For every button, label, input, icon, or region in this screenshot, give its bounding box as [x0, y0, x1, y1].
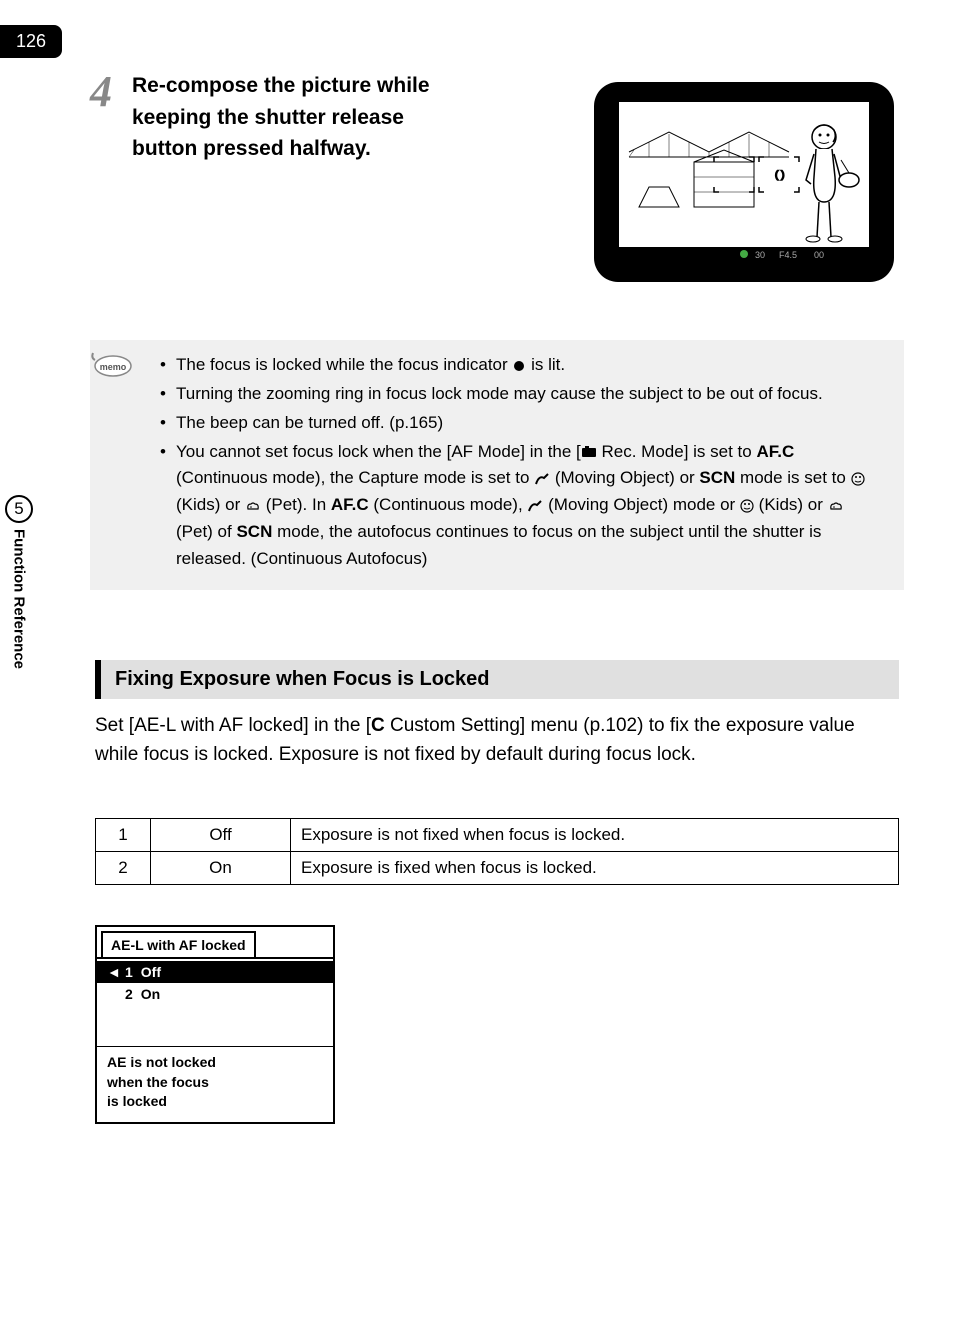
step-number: 4 — [90, 70, 112, 165]
option-num: 1 — [96, 819, 151, 852]
svg-text:F4.5: F4.5 — [779, 250, 797, 260]
table-row: 2 On Exposure is fixed when focus is loc… — [96, 852, 899, 885]
page-number: 126 — [0, 25, 62, 58]
side-tab-text: Function Reference — [11, 529, 28, 669]
option-desc: Exposure is not fixed when focus is lock… — [291, 819, 899, 852]
menu-option-selected: ◄ 1 Off — [97, 961, 333, 983]
menu-option-num: 1 — [125, 964, 133, 980]
option-label: Off — [151, 819, 291, 852]
menu-box: AE-L with AF locked ◄ 1 Off 2 On AE is n… — [95, 925, 335, 1124]
section-body: Set [AE-L with AF locked] in the [C Cust… — [95, 712, 899, 769]
memo-item: Turning the zooming ring in focus lock m… — [160, 381, 884, 408]
menu-option: 2 On — [97, 983, 333, 1005]
memo-item: The focus is locked while the focus indi… — [160, 352, 884, 379]
option-label: On — [151, 852, 291, 885]
left-arrow-icon: ◄ — [107, 964, 117, 980]
table-row: 1 Off Exposure is not fixed when focus i… — [96, 819, 899, 852]
menu-option-label: On — [141, 986, 160, 1002]
svg-text:( ): ( ) — [775, 170, 784, 181]
option-desc: Exposure is fixed when focus is locked. — [291, 852, 899, 885]
side-tab: 5 Function Reference — [0, 495, 38, 669]
memo-item: The beep can be turned off. (p.165) — [160, 410, 884, 437]
menu-option-num: 2 — [125, 986, 133, 1002]
memo-section: memo The focus is locked while the focus… — [90, 340, 904, 590]
section-header: Fixing Exposure when Focus is Locked — [95, 660, 899, 699]
option-num: 2 — [96, 852, 151, 885]
svg-text:memo: memo — [100, 362, 127, 372]
menu-option-label: Off — [141, 964, 161, 980]
svg-text:00: 00 — [814, 250, 824, 260]
menu-box-title: AE-L with AF locked — [101, 931, 256, 957]
memo-icon: memo — [85, 348, 135, 378]
svg-text:30: 30 — [755, 250, 765, 260]
memo-item: You cannot set focus lock when the [AF M… — [160, 439, 884, 573]
step-text: Re-compose the picture while keeping the… — [132, 70, 452, 165]
options-table: 1 Off Exposure is not fixed when focus i… — [95, 818, 899, 885]
side-tab-number: 5 — [5, 495, 33, 523]
camera-lcd-illustration: ( ) 30 F4.5 00 — [594, 82, 894, 282]
menu-box-desc: AE is not locked when the focus is locke… — [97, 1047, 333, 1122]
illustration-svg: ( ) 30 F4.5 00 — [619, 102, 869, 262]
